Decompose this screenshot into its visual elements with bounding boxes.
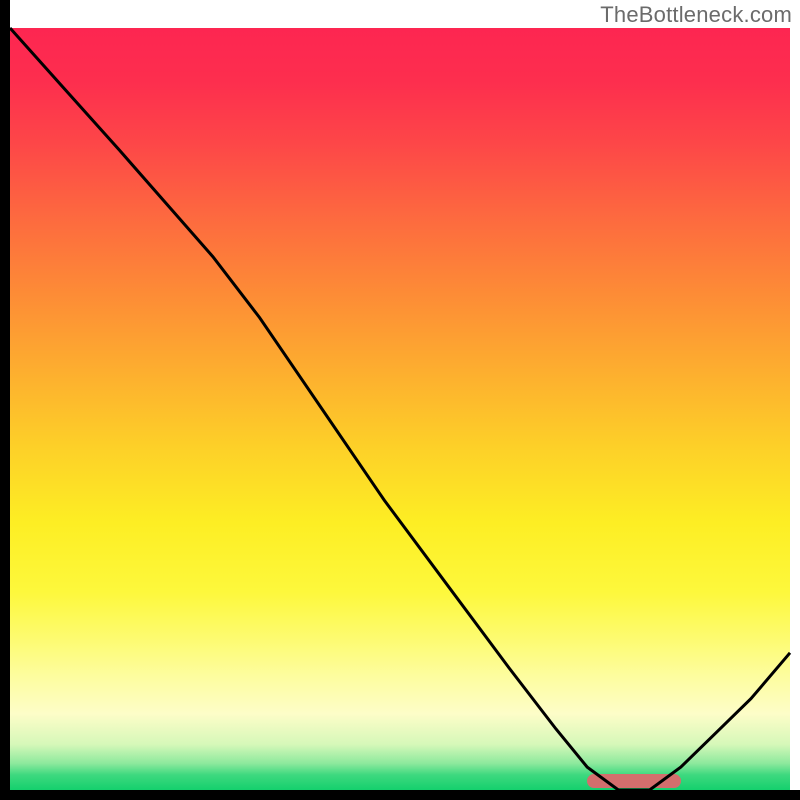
y-axis [0, 0, 10, 800]
optimum-marker [587, 774, 681, 788]
plot-area [10, 28, 790, 790]
watermark-text: TheBottleneck.com [600, 2, 792, 28]
figure-root: TheBottleneck.com [0, 0, 800, 800]
x-axis [0, 790, 800, 800]
gradient-background [10, 28, 790, 790]
